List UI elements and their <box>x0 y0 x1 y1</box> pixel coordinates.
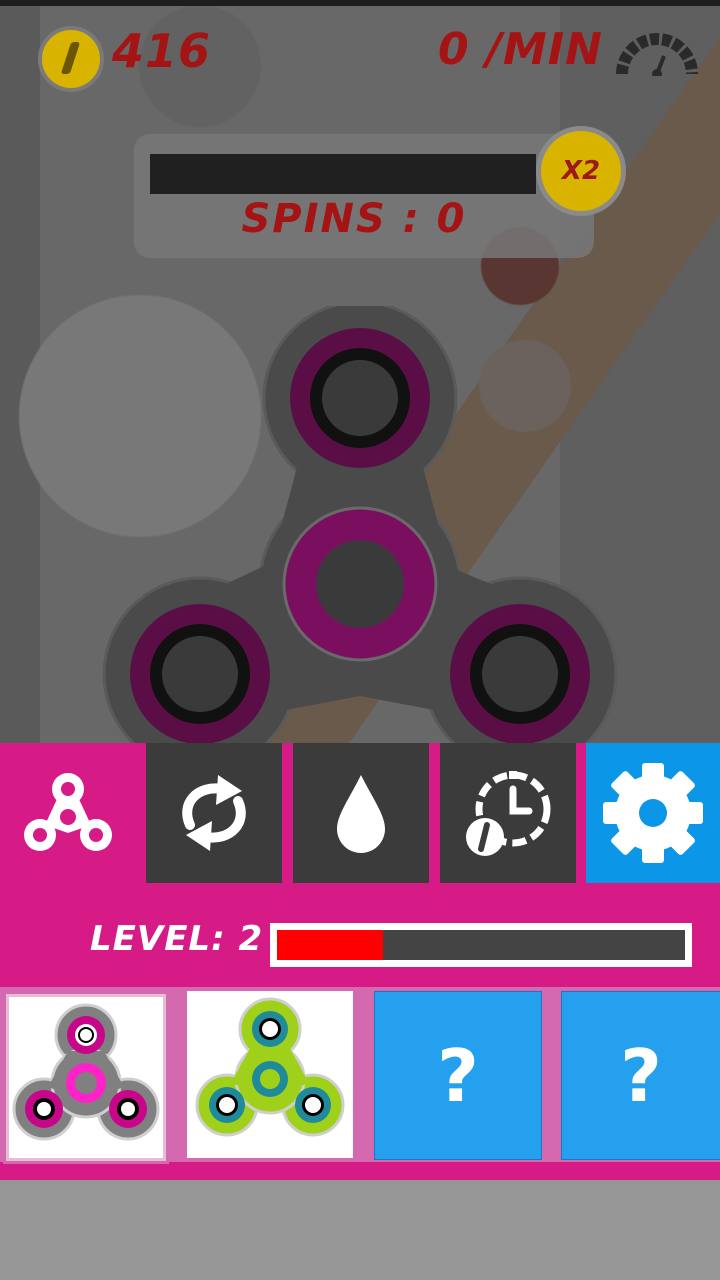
tab-oil[interactable] <box>293 743 429 883</box>
toolbar <box>0 743 720 883</box>
spins-counter: SPINS : 0 <box>241 196 467 242</box>
gray-spinner-thumbnail <box>12 1003 160 1141</box>
green-spinner-thumbnail <box>195 997 345 1137</box>
settings-button[interactable] <box>586 743 720 883</box>
level-progress-track <box>277 930 685 960</box>
locked-question-mark: ? <box>620 1033 662 1118</box>
spin-progress-bar <box>150 154 536 194</box>
spin-panel: X2 SPINS : 0 <box>134 126 626 258</box>
spinner-card-1[interactable] <box>3 991 169 1164</box>
fidget-spinner[interactable] <box>100 306 620 743</box>
locked-question-mark: ? <box>437 1033 479 1118</box>
level-progress-bar <box>270 923 692 967</box>
fidget-spinner-icon <box>24 773 112 851</box>
speedometer-icon <box>616 33 698 76</box>
tab-spinners[interactable] <box>0 743 136 883</box>
coin-count: 416 <box>112 24 212 78</box>
game-scene: 416 0 /MIN X2 SPINS : 0 <box>0 6 720 743</box>
level-label: LEVEL: 2 <box>90 919 264 959</box>
coin-icon <box>38 26 104 92</box>
tab-boost[interactable] <box>440 743 576 883</box>
locked-card-3[interactable]: ? <box>374 991 542 1160</box>
timer-boost-icon <box>466 771 551 856</box>
spinner-shop: ? ? <box>0 987 720 1180</box>
spin-rate: 0 /MIN <box>438 24 603 75</box>
gear-icon <box>603 763 703 863</box>
level-progress-fill <box>277 930 384 960</box>
level-row: LEVEL: 2 <box>0 883 720 987</box>
refresh-arrows-icon <box>182 775 246 851</box>
drop-icon <box>337 775 385 853</box>
spinner-card-2[interactable] <box>187 991 353 1158</box>
locked-card-4[interactable]: ? <box>561 991 720 1160</box>
bottom-area <box>0 1180 720 1280</box>
tab-refresh[interactable] <box>146 743 282 883</box>
